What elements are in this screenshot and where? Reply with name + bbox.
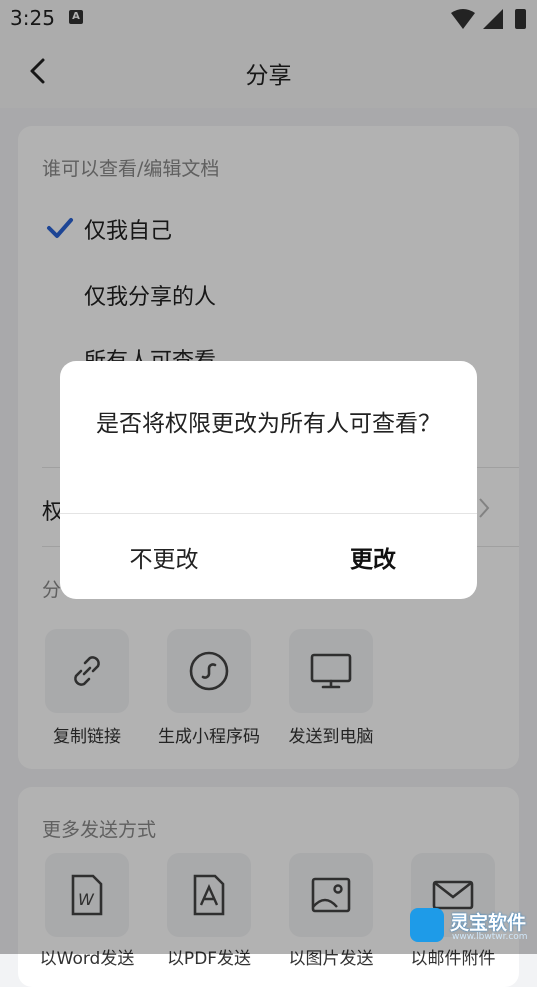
- watermark-url: www.lbwtwr.com: [452, 932, 528, 942]
- dialog-message: 是否将权限更改为所有人可查看？: [96, 411, 441, 437]
- watermark-logo-icon: [410, 908, 444, 942]
- watermark-name: 灵宝软件: [450, 912, 527, 934]
- confirm-dialog: 是否将权限更改为所有人可查看？ 不更改 更改: [60, 361, 477, 599]
- watermark: 灵宝软件 www.lbwtwr.com: [410, 906, 534, 946]
- cancel-button[interactable]: 不更改: [60, 514, 268, 599]
- confirm-change-button[interactable]: 更改: [269, 514, 477, 599]
